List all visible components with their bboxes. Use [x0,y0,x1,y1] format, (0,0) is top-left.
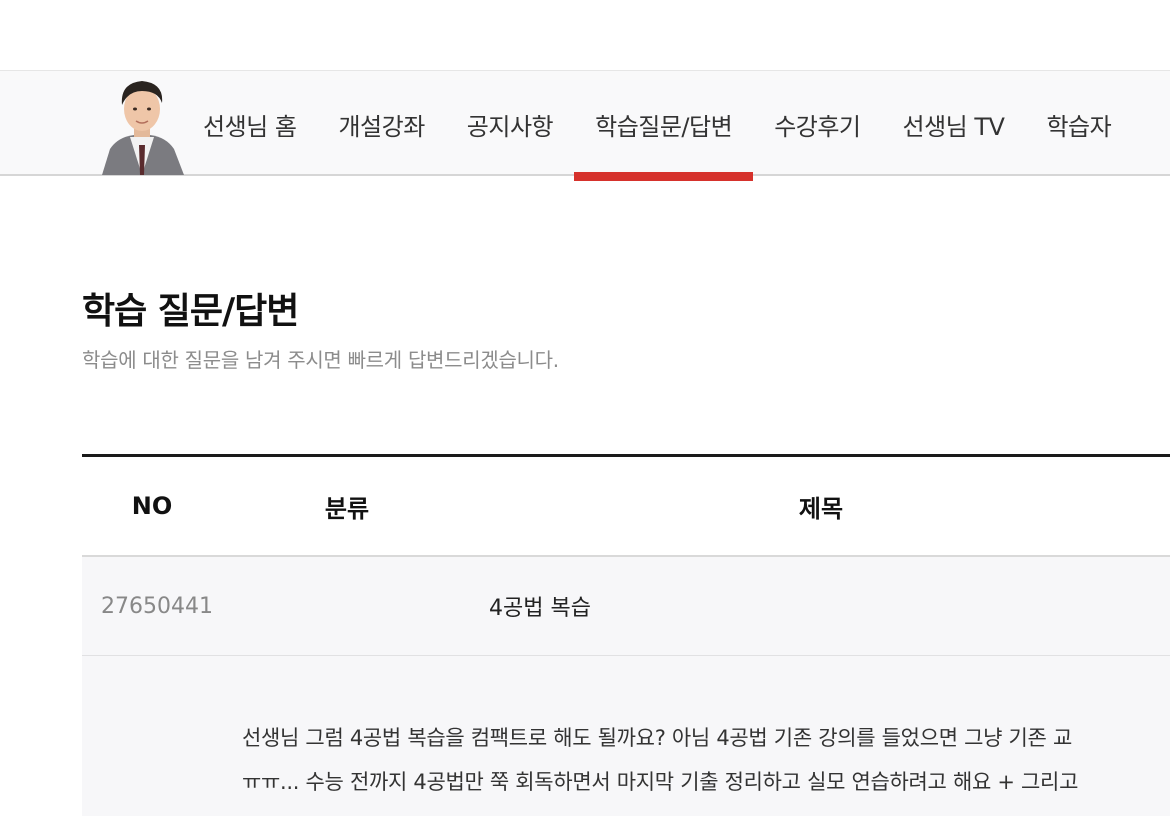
row-number: 27650441 [101,593,213,619]
question-line: 선생님 그럼 4공법 복습을 컴팩트로 해도 될까요? 아님 4공법 기존 강의… [242,726,1072,750]
tab-teacher-tv[interactable]: 선생님 TV [882,71,1026,175]
page-title: 학습 질문/답변 [82,291,299,332]
tab-courses[interactable]: 개설강좌 [317,71,445,175]
tab-teacher-home[interactable]: 선생님 홈 [200,71,317,175]
row-title[interactable]: 4공법 복습 [489,590,1170,622]
question-line: ㅠㅠ... 수능 전까지 4공법만 쭉 회독하면서 마지막 기출 정리하고 실모… [242,770,1079,794]
teacher-avatar[interactable] [100,75,184,175]
teacher-nav-bar: 선생님 홈 개설강좌 공지사항 학습질문/답변 수강후기 선생님 TV 학습자 [0,70,1170,181]
header-title: 제목 [798,494,844,523]
teacher-photo [102,81,184,175]
table-row[interactable]: 27650441 4공법 복습 [82,557,1170,656]
tab-reviews[interactable]: 수강후기 [753,71,881,175]
table-header: NO 분류 제목 [82,457,1170,557]
teacher-tabs: 선생님 홈 개설강좌 공지사항 학습질문/답변 수강후기 선생님 TV 학습자 [200,71,1132,181]
page-description: 학습에 대한 질문을 남겨 주시면 빠르게 답변드리겠습니다. [82,348,559,372]
tab-qna[interactable]: 학습질문/답변 [574,71,754,181]
qna-board: NO 분류 제목 27650441 4공법 복습 선생님 그럼 4공법 복습을 … [82,454,1170,816]
header-no: NO [131,492,173,520]
tab-notices[interactable]: 공지사항 [446,71,574,175]
question-body: 선생님 그럼 4공법 복습을 컴팩트로 해도 될까요? 아님 4공법 기존 강의… [82,656,1170,816]
tab-study-materials[interactable]: 학습자 [1025,71,1132,175]
header-category: 분류 [324,494,370,523]
